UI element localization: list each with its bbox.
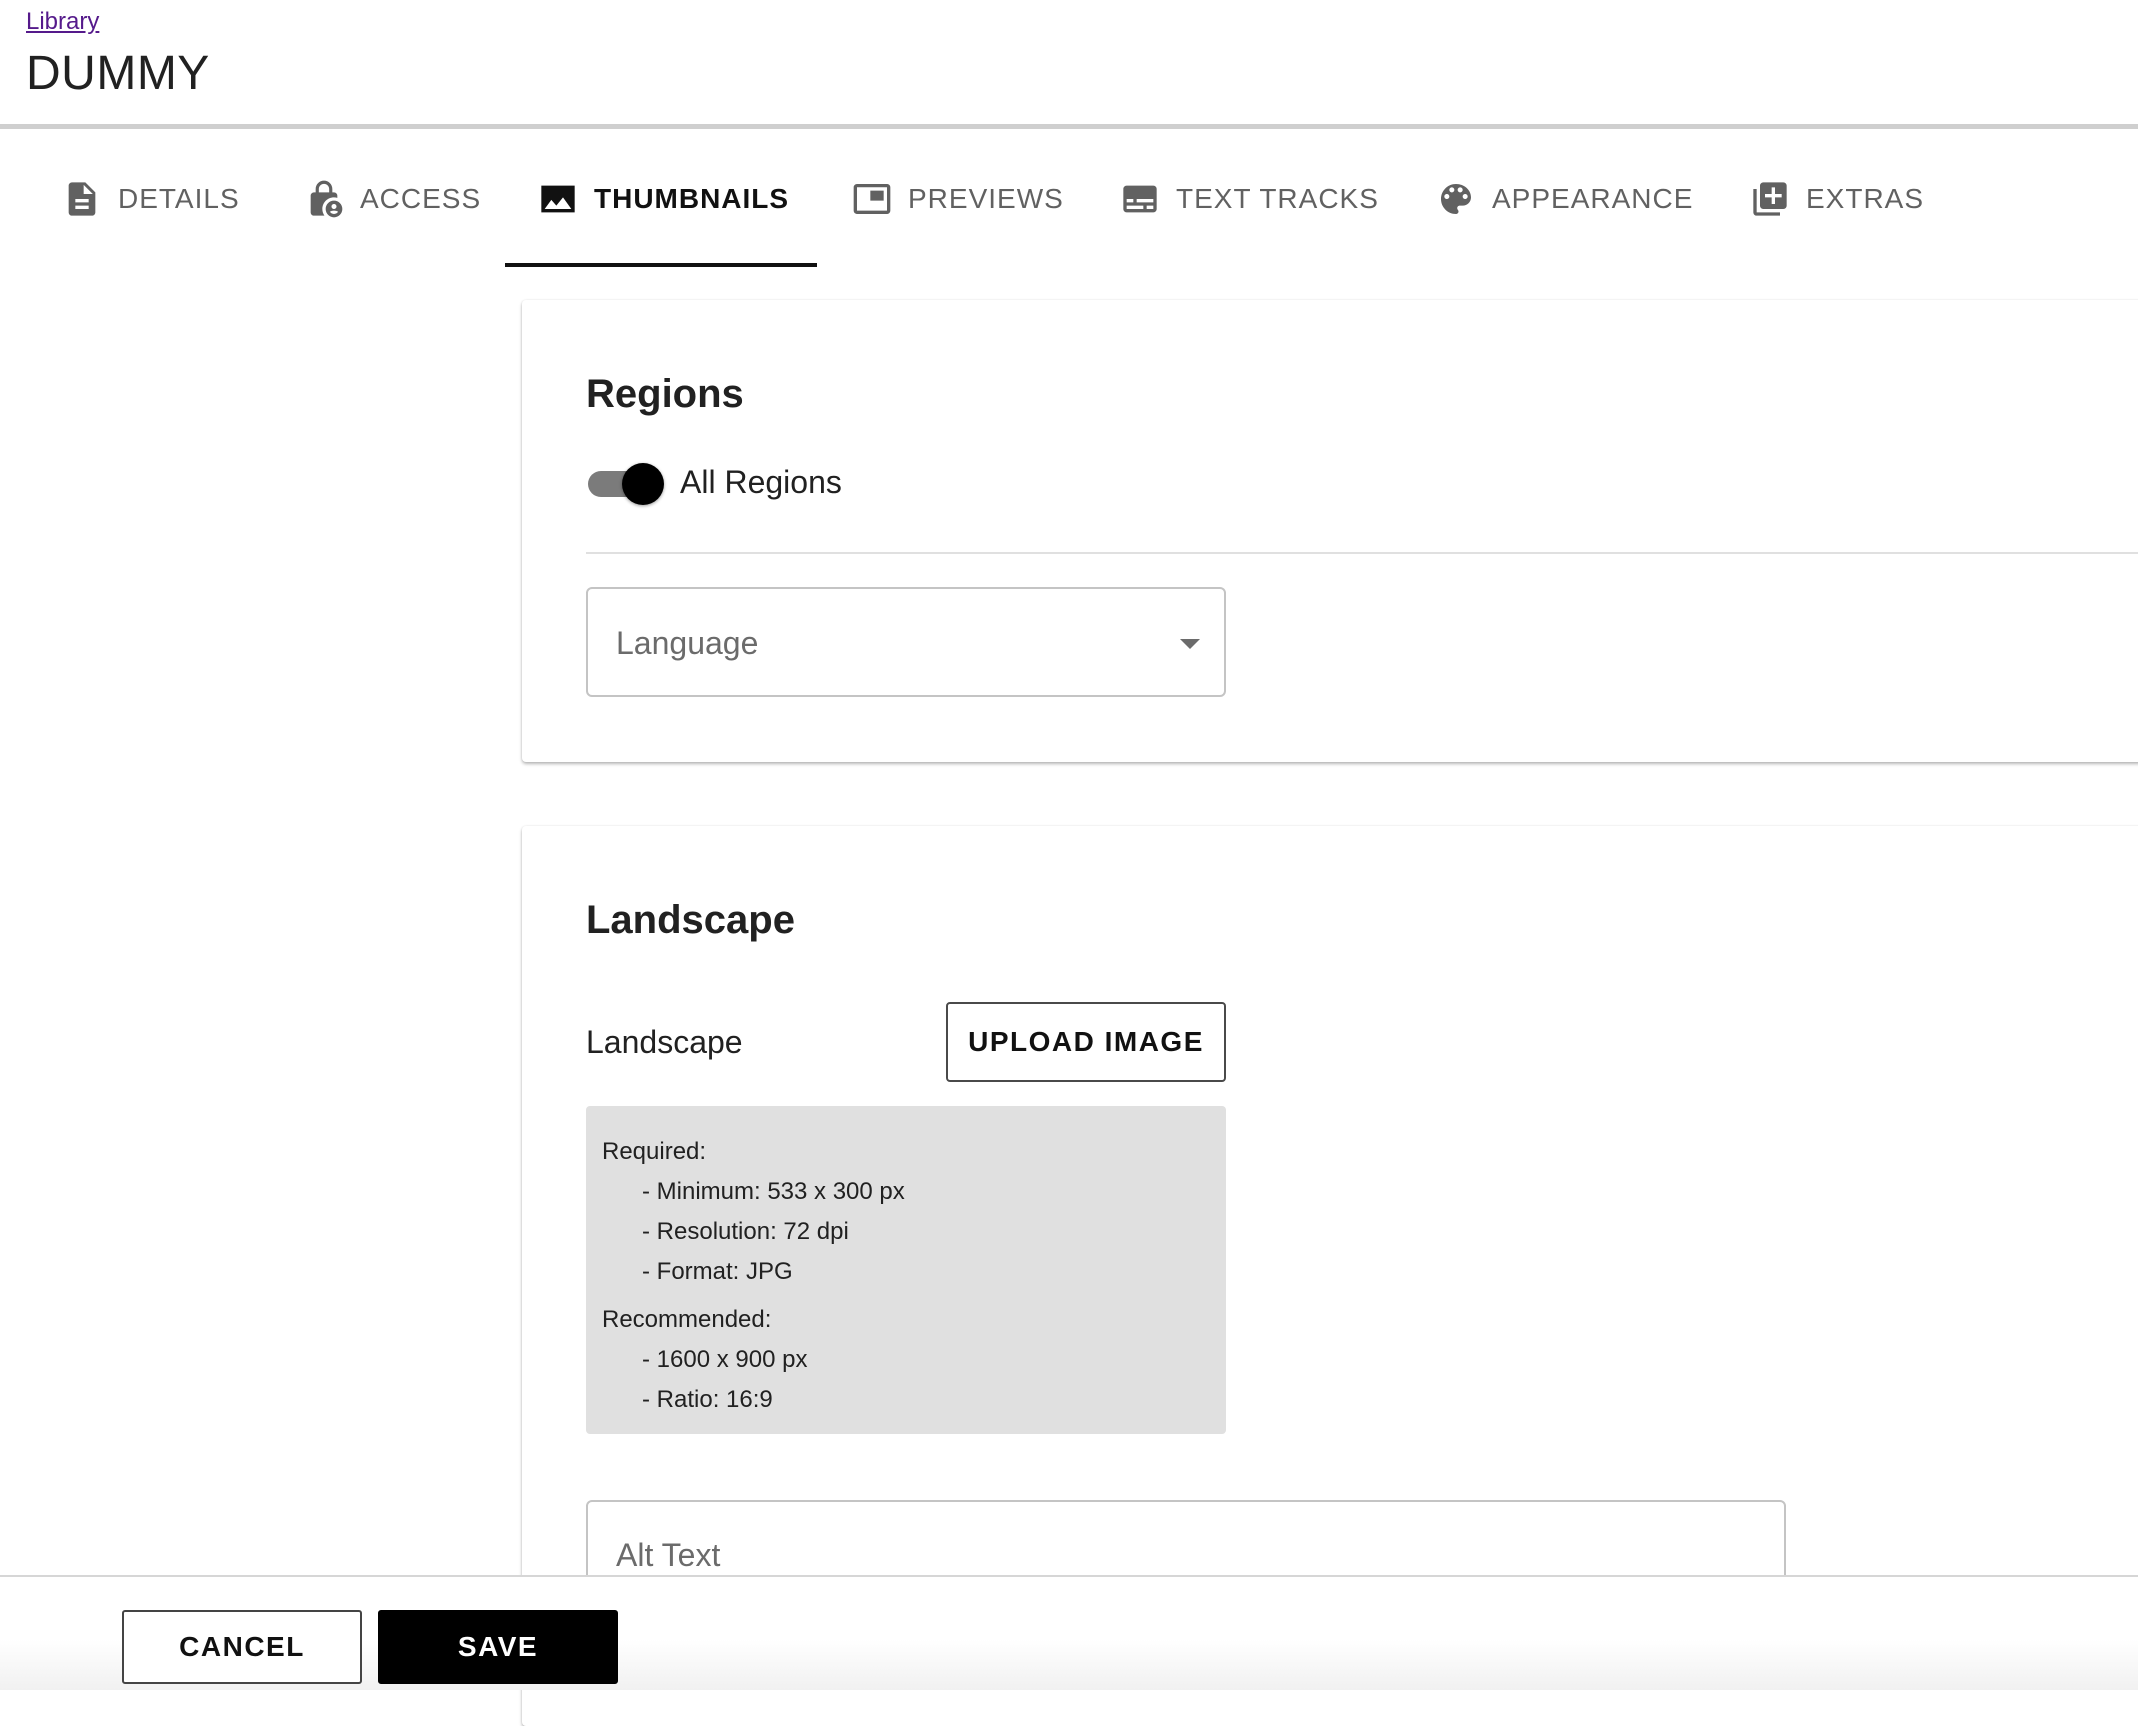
tab-thumbnails[interactable]: THUMBNAILS <box>538 129 789 269</box>
active-tab-indicator <box>505 263 817 267</box>
page-header: Library DUMMY <box>0 0 2138 129</box>
subtitles-icon <box>1123 185 1157 213</box>
landscape-field-label: Landscape <box>586 1024 743 1060</box>
tab-details[interactable]: DETAILS <box>62 129 240 269</box>
picture-in-picture-icon <box>853 184 891 214</box>
required-item: - Format: JPG <box>642 1258 793 1285</box>
cancel-button[interactable]: CANCEL <box>122 1610 362 1684</box>
action-footer: CANCEL SAVE <box>0 1575 2138 1690</box>
tab-previews-label: PREVIEWS <box>908 183 1064 214</box>
image-icon <box>541 185 575 213</box>
tab-appearance[interactable]: APPEARANCE <box>1436 129 1693 269</box>
palette-icon <box>1441 184 1471 214</box>
required-header: Required: <box>602 1138 707 1165</box>
tab-extras-label: EXTRAS <box>1806 183 1925 214</box>
language-select[interactable]: Language <box>586 587 1226 697</box>
tab-access[interactable]: ACCESS <box>304 129 481 269</box>
tab-thumbnails-label: THUMBNAILS <box>594 183 790 214</box>
lock-person-icon <box>310 180 343 218</box>
required-item: - Resolution: 72 dpi <box>642 1218 849 1245</box>
tab-previews[interactable]: PREVIEWS <box>852 129 1064 269</box>
image-requirements: Required: - Minimum: 533 x 300 px - Reso… <box>586 1106 1226 1434</box>
tab-details-label: DETAILS <box>118 183 240 214</box>
tab-extras[interactable]: EXTRAS <box>1750 129 1924 269</box>
breadcrumb-library-link[interactable]: Library <box>26 8 99 36</box>
document-icon <box>68 182 96 216</box>
tab-appearance-label: APPEARANCE <box>1492 183 1694 214</box>
regions-card: Regions All Regions Language <box>522 300 2138 762</box>
landscape-title: Landscape <box>586 898 795 942</box>
language-placeholder: Language <box>616 625 759 661</box>
tab-bar: DETAILS ACCESS THUMBNAILS PREVIEWS TEXT … <box>0 129 2138 269</box>
all-regions-toggle[interactable] <box>586 462 664 506</box>
save-button[interactable]: SAVE <box>378 1610 618 1684</box>
recommended-item: - Ratio: 16:9 <box>642 1386 773 1413</box>
recommended-item: - 1600 x 900 px <box>642 1346 808 1373</box>
regions-divider <box>586 552 2138 554</box>
page-title: DUMMY <box>26 47 210 100</box>
required-item: - Minimum: 533 x 300 px <box>642 1178 905 1205</box>
toggle-thumb <box>622 463 664 505</box>
tab-access-label: ACCESS <box>360 183 482 214</box>
upload-image-button[interactable]: UPLOAD IMAGE <box>946 1002 1226 1082</box>
recommended-header: Recommended: <box>602 1306 772 1333</box>
library-add-icon <box>1753 182 1787 216</box>
tab-text-tracks[interactable]: TEXT TRACKS <box>1120 129 1379 269</box>
chevron-down-icon <box>1180 639 1200 649</box>
regions-title: Regions <box>586 372 744 416</box>
tab-text-tracks-label: TEXT TRACKS <box>1176 183 1379 214</box>
all-regions-label: All Regions <box>680 464 842 500</box>
